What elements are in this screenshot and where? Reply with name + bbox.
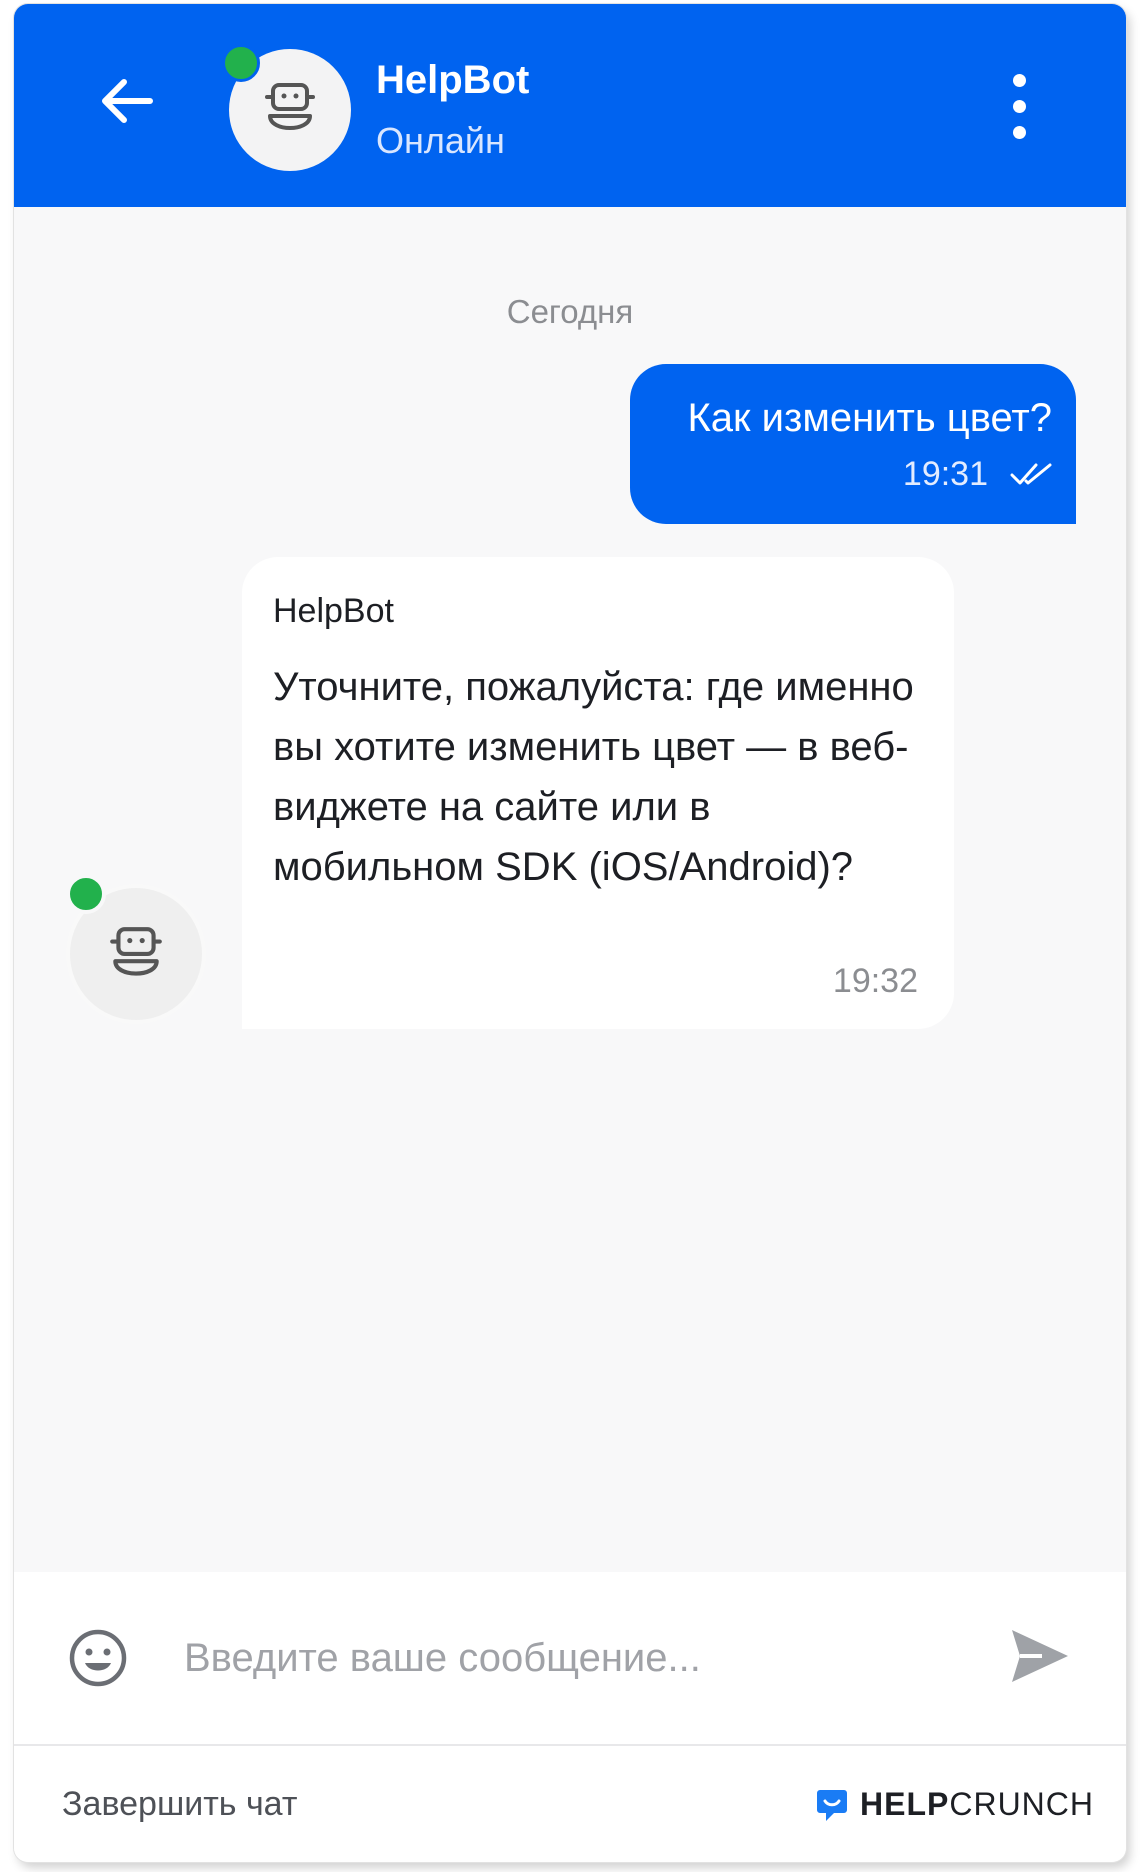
message-input[interactable]: [182, 1626, 986, 1690]
more-vertical-icon: [1013, 74, 1026, 87]
date-separator: Сегодня: [506, 293, 634, 330]
double-check-icon: [1010, 463, 1052, 485]
end-chat-link[interactable]: Завершить чат: [62, 1784, 297, 1824]
helpcrunch-brand[interactable]: HELPCRUNCH: [816, 1784, 1093, 1824]
arrow-left-icon: [102, 79, 153, 123]
chat-widget: HelpBot Онлайн Сегодня Как изменить цвет…: [14, 4, 1126, 1862]
incoming-message: HelpBot Уточните, пожалуйста: где именно…: [242, 557, 954, 1029]
more-options-button[interactable]: [1000, 74, 1040, 140]
robot-icon: [110, 927, 162, 976]
message-text: Уточните, пожалуйста: где именно вы хоти…: [273, 665, 914, 889]
send-icon: [1012, 1630, 1068, 1682]
chat-header: HelpBot Онлайн: [14, 4, 1126, 207]
send-button[interactable]: [1008, 1624, 1072, 1693]
message-time: 19:32: [832, 962, 918, 1000]
brand-name: HELPCRUNCH: [860, 1786, 1094, 1822]
emoji-button[interactable]: [68, 1628, 128, 1693]
message-time: 19:31: [902, 455, 988, 493]
bot-status: Онлайн: [376, 120, 505, 161]
message-text: Как изменить цвет?: [687, 396, 1053, 440]
smiley-icon: [69, 1629, 127, 1687]
outgoing-message: Как изменить цвет? 19:31: [630, 364, 1076, 524]
message-composer: [14, 1572, 1126, 1746]
chat-bubble-icon: [817, 1790, 847, 1821]
online-indicator: [222, 44, 260, 82]
online-indicator: [66, 874, 106, 914]
chat-footer: Завершить чат HELPCRUNCH: [14, 1746, 1126, 1862]
bot-name: HelpBot: [376, 58, 530, 102]
robot-icon: [265, 83, 315, 130]
back-button[interactable]: [92, 66, 162, 136]
message-sender: HelpBot: [273, 592, 394, 630]
